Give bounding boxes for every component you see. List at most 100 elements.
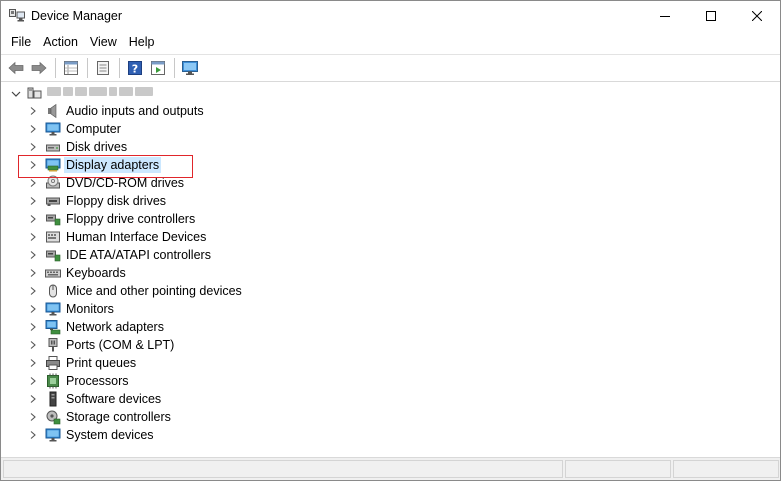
maximize-icon: [706, 11, 716, 21]
device-manager-icon: [9, 9, 25, 23]
tree-category-label: Processors: [66, 374, 129, 388]
properties-grid-icon: [64, 61, 78, 75]
tree-category[interactable]: Floppy disk drives: [1, 192, 780, 210]
tree-category[interactable]: DVD/CD-ROM drives: [1, 174, 780, 192]
tree-category-label: Human Interface Devices: [66, 230, 207, 244]
computer-name-obscured: [47, 87, 153, 96]
chevron-right-icon[interactable]: [28, 394, 38, 404]
chevron-right-icon[interactable]: [28, 412, 38, 422]
chevron-right-icon[interactable]: [28, 106, 38, 116]
tree-category[interactable]: Human Interface Devices: [1, 228, 780, 246]
help-icon: ?: [128, 61, 142, 76]
toolbar-separator: [119, 58, 120, 78]
tree-category-label: Software devices: [66, 392, 162, 406]
maximize-button[interactable]: [688, 1, 734, 31]
chevron-right-icon[interactable]: [28, 178, 38, 188]
chevron-right-icon[interactable]: [28, 304, 38, 314]
monitor-scan-icon: [182, 61, 198, 75]
hid-icon: [45, 229, 61, 245]
tree-category-label: Network adapters: [66, 320, 164, 334]
computer-icon: [26, 85, 42, 101]
tree-category-label: Ports (COM & LPT): [66, 338, 175, 352]
tree-category-label: Audio inputs and outputs: [66, 104, 204, 118]
menu-file[interactable]: File: [5, 32, 37, 53]
tree-category-label: DVD/CD-ROM drives: [66, 176, 185, 190]
tree-category[interactable]: IDE ATA/ATAPI controllers: [1, 246, 780, 264]
close-button[interactable]: [734, 1, 780, 31]
menu-view[interactable]: View: [84, 32, 123, 53]
dvd-icon: [45, 175, 61, 191]
floppy-disk-icon: [45, 193, 61, 209]
tree-category[interactable]: Monitors: [1, 300, 780, 318]
menu-action[interactable]: Action: [37, 32, 84, 53]
disk-drive-icon: [45, 139, 61, 155]
action-pane-button[interactable]: [147, 57, 169, 79]
chevron-right-icon[interactable]: [28, 250, 38, 260]
forward-arrow-icon: [31, 61, 47, 75]
mouse-icon: [45, 283, 61, 299]
back-button[interactable]: [5, 57, 27, 79]
tree-category[interactable]: Computer: [1, 120, 780, 138]
run-panel-icon: [151, 61, 165, 75]
chevron-down-icon[interactable]: [10, 88, 22, 100]
tree-category[interactable]: Mice and other pointing devices: [1, 282, 780, 300]
device-manager-window: Device Manager File Action View Help ? A…: [0, 0, 781, 481]
tree-category[interactable]: Floppy drive controllers: [1, 210, 780, 228]
scan-hardware-button[interactable]: [179, 57, 201, 79]
tree-category[interactable]: System devices: [1, 426, 780, 444]
tree-category[interactable]: Software devices: [1, 390, 780, 408]
chevron-right-icon[interactable]: [28, 430, 38, 440]
tree-category[interactable]: Display adapters: [1, 156, 780, 174]
tree-category[interactable]: Print queues: [1, 354, 780, 372]
properties-button[interactable]: [92, 57, 114, 79]
tree-category[interactable]: Disk drives: [1, 138, 780, 156]
tree-category-label: Floppy disk drives: [66, 194, 167, 208]
show-hide-tree-button[interactable]: [60, 57, 82, 79]
chevron-right-icon[interactable]: [28, 358, 38, 368]
help-button[interactable]: ?: [124, 57, 146, 79]
tree-category[interactable]: Storage controllers: [1, 408, 780, 426]
chevron-right-icon[interactable]: [28, 214, 38, 224]
tree-category[interactable]: Processors: [1, 372, 780, 390]
display-adapter-icon: [45, 157, 61, 173]
network-adapter-icon: [45, 319, 61, 335]
software-device-icon: [45, 391, 61, 407]
chevron-right-icon[interactable]: [28, 268, 38, 278]
close-icon: [752, 11, 762, 21]
status-bar: [1, 457, 780, 480]
chevron-right-icon[interactable]: [28, 160, 38, 170]
chevron-right-icon[interactable]: [28, 142, 38, 152]
processor-icon: [45, 373, 61, 389]
tree-category[interactable]: Keyboards: [1, 264, 780, 282]
tree-category-label: Keyboards: [66, 266, 126, 280]
chevron-right-icon[interactable]: [28, 196, 38, 206]
tree-root-computer[interactable]: [1, 84, 780, 102]
toolbar-separator: [174, 58, 175, 78]
tree-category[interactable]: Audio inputs and outputs: [1, 102, 780, 120]
device-tree: Audio inputs and outputs Computer Disk dri…: [1, 84, 780, 456]
forward-button[interactable]: [28, 57, 50, 79]
menu-help[interactable]: Help: [123, 32, 161, 53]
document-icon: [97, 61, 109, 75]
chevron-right-icon[interactable]: [28, 232, 38, 242]
chevron-right-icon[interactable]: [28, 376, 38, 386]
tree-category[interactable]: Network adapters: [1, 318, 780, 336]
minimize-icon: [660, 16, 670, 17]
tree-category[interactable]: Ports (COM & LPT): [1, 336, 780, 354]
window-title: Device Manager: [31, 9, 123, 23]
tree-category-label: IDE ATA/ATAPI controllers: [66, 248, 211, 262]
status-pane: [673, 460, 779, 478]
controller-icon: [45, 211, 61, 227]
system-device-icon: [45, 427, 61, 443]
chevron-right-icon[interactable]: [28, 124, 38, 134]
tree-category-label: Floppy drive controllers: [66, 212, 196, 226]
minimize-button[interactable]: [642, 1, 688, 31]
tree-category-label: Monitors: [66, 302, 114, 316]
chevron-right-icon[interactable]: [28, 340, 38, 350]
tree-category-label: Display adapters: [64, 157, 162, 173]
status-pane: [565, 460, 671, 478]
title-bar[interactable]: Device Manager: [1, 1, 780, 31]
chevron-right-icon[interactable]: [28, 322, 38, 332]
tree-category-label: Print queues: [66, 356, 137, 370]
chevron-right-icon[interactable]: [28, 286, 38, 296]
